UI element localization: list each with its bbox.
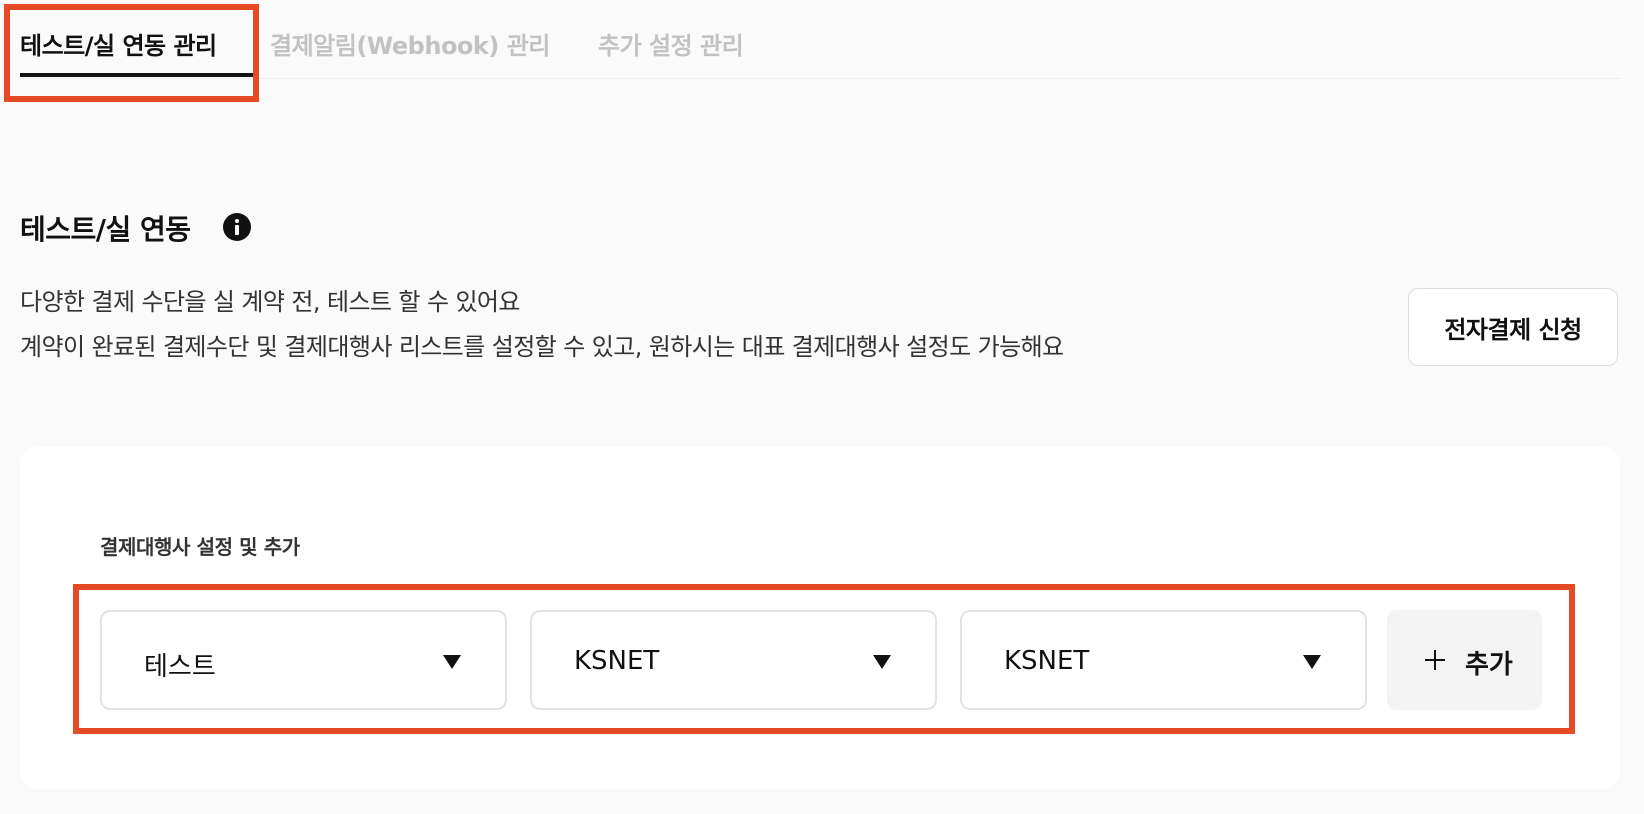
tab-test-live-integration[interactable]: 테스트/실 연동 관리	[20, 26, 217, 61]
tab-payment-webhook[interactable]: 결제알림(Webhook) 관리	[270, 26, 550, 61]
pg-provider-select[interactable]: KSNET	[530, 610, 937, 710]
section-description-line-2: 계약이 완료된 결제수단 및 결제대행사 리스트를 설정할 수 있고, 원하시는…	[20, 333, 1064, 361]
pg-merchant-select[interactable]: KSNET	[960, 610, 1367, 710]
pg-provider-select-value: KSNET	[574, 646, 660, 676]
section-description-line-1: 다양한 결제 수단을 실 계약 전, 테스트 할 수 있어요	[20, 288, 520, 316]
pg-merchant-select-value: KSNET	[1004, 646, 1090, 676]
plus-icon	[1425, 650, 1445, 670]
caret-down-icon	[873, 655, 891, 669]
tab-bar: 테스트/실 연동 관리 결제알림(Webhook) 관리 추가 설정 관리	[20, 0, 1620, 79]
pg-settings-card: 결제대행사 설정 및 추가 테스트 KSNET KSNET 추가	[20, 447, 1620, 789]
pg-settings-label: 결제대행사 설정 및 추가	[100, 535, 300, 559]
section-title: 테스트/실 연동	[20, 213, 191, 246]
apply-payment-button-label: 전자결제 신청	[1444, 315, 1582, 344]
active-tab-indicator	[20, 73, 257, 77]
caret-down-icon	[1303, 655, 1321, 669]
apply-payment-button[interactable]: 전자결제 신청	[1408, 288, 1618, 366]
info-icon[interactable]	[223, 213, 251, 241]
mode-select-value: 테스트	[144, 652, 216, 682]
add-pg-button[interactable]: 추가	[1387, 610, 1542, 710]
mode-select[interactable]: 테스트	[100, 610, 507, 710]
tab-additional-settings[interactable]: 추가 설정 관리	[598, 26, 744, 61]
add-pg-button-label: 추가	[1465, 650, 1513, 680]
caret-down-icon	[443, 655, 461, 669]
